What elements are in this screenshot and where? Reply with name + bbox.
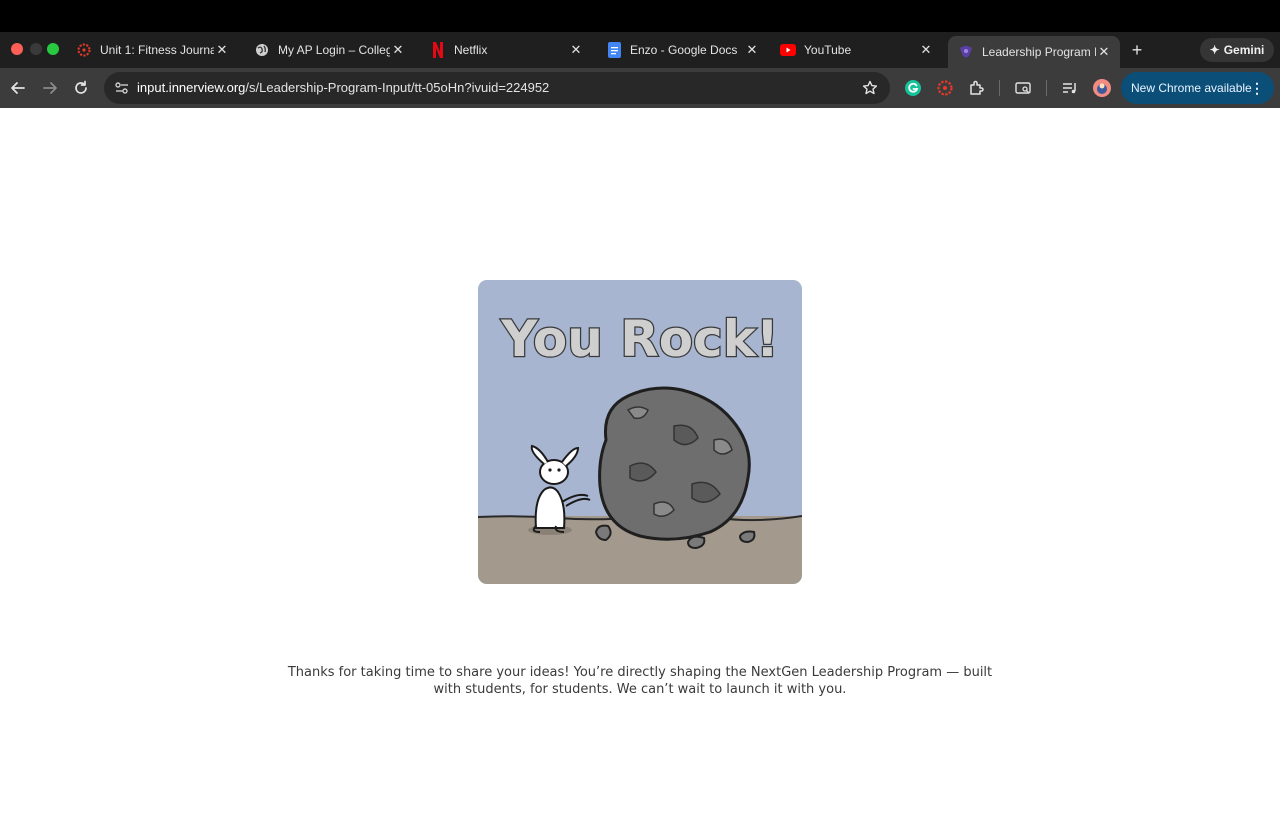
url-host: input.innerview.org	[137, 80, 246, 95]
close-tab-icon[interactable]: ✕	[744, 42, 760, 58]
extensions-puzzle-icon[interactable]	[965, 76, 989, 100]
tab-title: Leadership Program Input	[982, 45, 1096, 59]
tab-ap-login[interactable]: My AP Login – College ✕	[244, 36, 414, 64]
close-tab-icon[interactable]: ✕	[918, 42, 934, 58]
arrow-left-icon	[11, 82, 25, 94]
site-settings-icon[interactable]	[114, 80, 130, 101]
canvas-icon	[76, 42, 92, 58]
tab-netflix[interactable]: Netflix ✕	[420, 36, 592, 64]
tab-search-icon[interactable]	[1011, 76, 1035, 100]
new-chrome-label: New Chrome available	[1131, 81, 1252, 95]
more-menu-icon[interactable]: ⋮	[1250, 72, 1264, 104]
screen-top-bar	[0, 0, 1280, 32]
new-chrome-available-button[interactable]: New Chrome available ⋮	[1121, 72, 1274, 104]
you-rock-title: You Rock!	[500, 310, 779, 368]
close-tab-icon[interactable]: ✕	[568, 42, 584, 58]
plus-icon: +	[1131, 39, 1143, 60]
media-control-icon[interactable]	[1058, 76, 1082, 100]
forward-button[interactable]	[38, 76, 62, 100]
gemini-label: Gemini	[1223, 43, 1265, 57]
innerview-icon	[958, 44, 974, 60]
gemini-sparkle-icon: ✦	[1209, 43, 1220, 57]
youtube-icon	[780, 42, 796, 58]
close-tab-icon[interactable]: ✕	[390, 42, 406, 58]
tab-title: My AP Login – College	[278, 43, 390, 57]
netflix-icon	[430, 42, 446, 58]
tab-title: Unit 1: Fitness Journal	[100, 43, 214, 57]
tab-youtube[interactable]: YouTube ✕	[770, 36, 942, 64]
globe-icon	[254, 42, 270, 58]
minimize-window-button[interactable]	[30, 43, 42, 55]
tab-title: Enzo - Google Docs	[630, 43, 738, 57]
tab-title: Netflix	[454, 43, 488, 57]
grammarly-extension-icon[interactable]	[901, 76, 925, 100]
reload-button[interactable]	[69, 76, 93, 100]
toolbar-separator	[999, 80, 1000, 96]
close-tab-icon[interactable]: ✕	[214, 42, 230, 58]
docs-icon	[606, 42, 622, 58]
tab-title: YouTube	[804, 43, 852, 57]
page-content: You Rock! Thanks for taking time to shar…	[0, 108, 1280, 832]
arrow-right-icon	[43, 82, 57, 94]
you-rock-image: You Rock!	[478, 280, 802, 584]
reload-icon	[75, 80, 87, 94]
profile-avatar[interactable]	[1090, 76, 1114, 100]
new-tab-button[interactable]: +	[1124, 36, 1150, 64]
url-path: /s/Leadership-Program-Input/tt-05oHn?ivu…	[245, 80, 550, 95]
thank-you-message: Thanks for taking time to share your ide…	[287, 665, 993, 697]
bookmark-star-icon[interactable]	[862, 80, 878, 101]
tab-strip: Unit 1: Fitness Journal ✕ My AP Login – …	[0, 32, 1280, 90]
gemini-button[interactable]: ✦ Gemini	[1200, 38, 1274, 62]
toolbar-separator	[1046, 80, 1047, 96]
browser-toolbar: input.innerview.org/s/Leadership-Program…	[0, 68, 1280, 108]
back-button[interactable]	[6, 76, 30, 100]
extension-red-icon[interactable]	[933, 76, 957, 100]
tab-leadership-program[interactable]: Leadership Program Input ✕	[948, 36, 1120, 68]
close-tab-icon[interactable]: ✕	[1096, 44, 1112, 60]
address-bar[interactable]: input.innerview.org/s/Leadership-Program…	[104, 72, 890, 104]
tab-fitness-journal[interactable]: Unit 1: Fitness Journal ✕	[66, 36, 238, 64]
url-text[interactable]: input.innerview.org/s/Leadership-Program…	[137, 72, 549, 104]
tab-google-docs[interactable]: Enzo - Google Docs ✕	[596, 36, 768, 64]
zoom-window-button[interactable]	[47, 43, 59, 55]
close-window-button[interactable]	[11, 43, 23, 55]
